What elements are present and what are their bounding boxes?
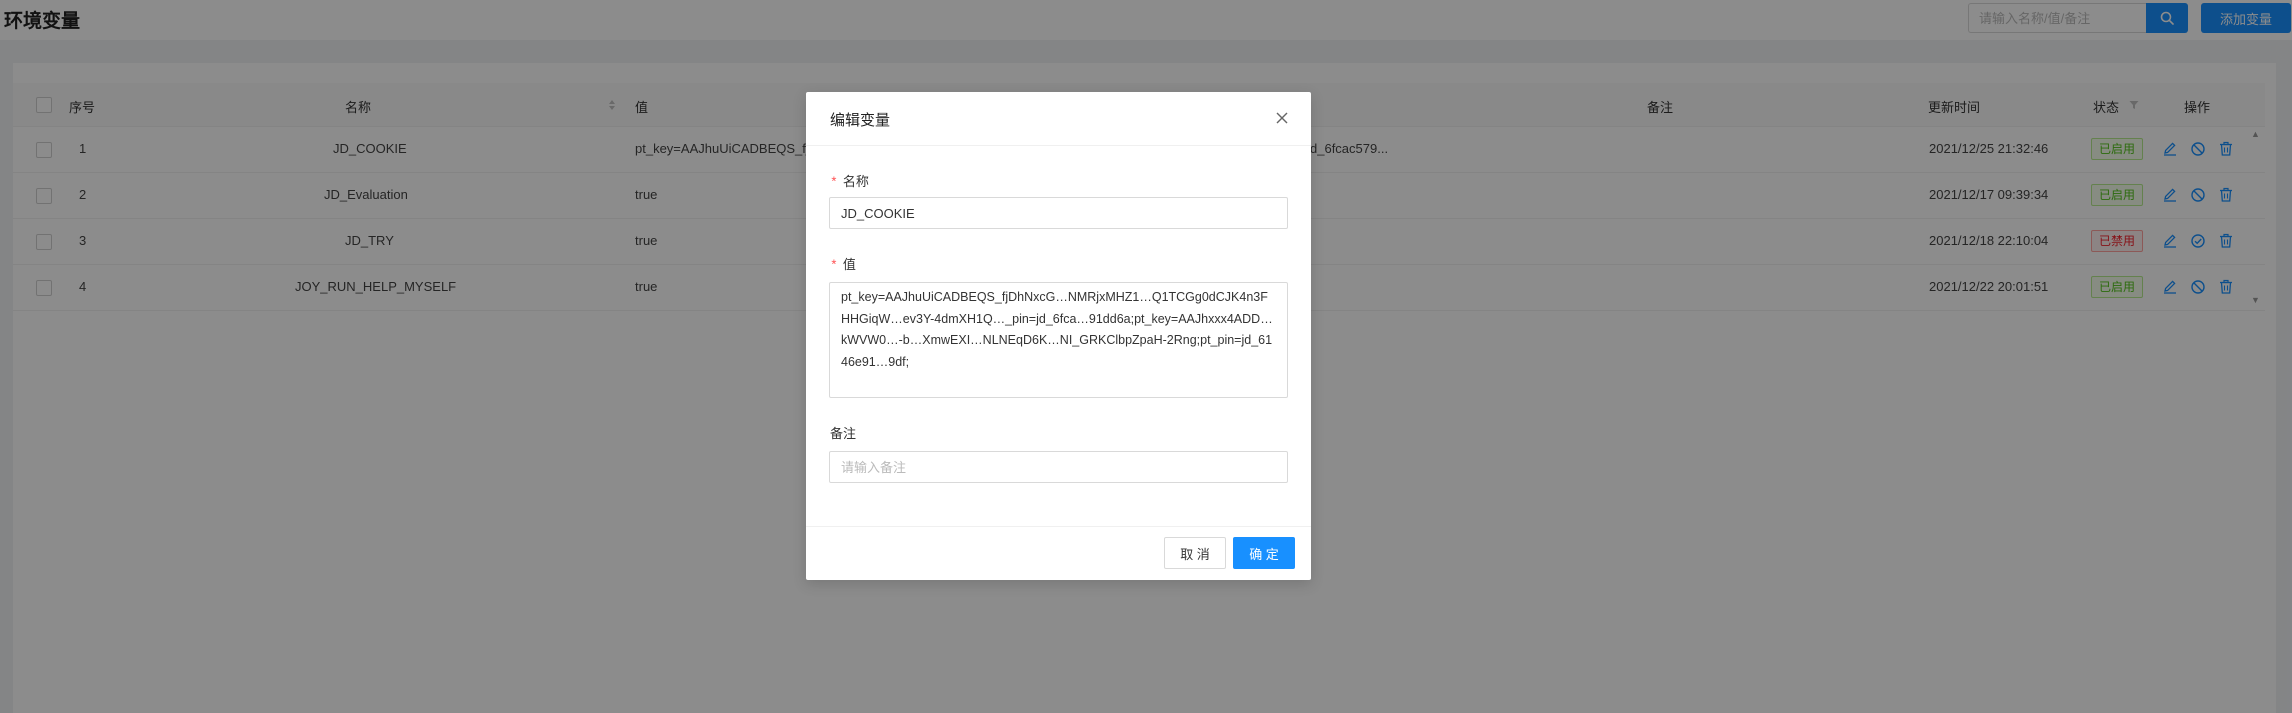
value-textarea[interactable]: pt_key=AAJhuUiCADBEQS_fjDhNxcG…NMRjxMHZ1… bbox=[829, 282, 1288, 398]
required-mark: * bbox=[830, 175, 838, 190]
name-label: * 名称 bbox=[830, 174, 869, 190]
value-label: * 值 bbox=[830, 257, 856, 273]
modal-footer: 取 消 确 定 bbox=[806, 526, 1311, 580]
modal-title: 编辑变量 bbox=[830, 112, 891, 129]
cancel-button[interactable]: 取 消 bbox=[1164, 537, 1226, 569]
remark-label: 备注 bbox=[830, 426, 857, 441]
modal-header: 编辑变量 bbox=[806, 92, 1311, 146]
required-mark: * bbox=[830, 258, 838, 273]
edit-variable-modal: 编辑变量 *名称 *值 pt_key=AAJhuUiCADBEQS_fjDhNx… bbox=[806, 92, 1311, 580]
confirm-button[interactable]: 确 定 bbox=[1233, 537, 1295, 569]
name-field[interactable] bbox=[829, 197, 1288, 229]
remark-field[interactable] bbox=[829, 451, 1288, 483]
close-icon[interactable] bbox=[1272, 108, 1292, 128]
